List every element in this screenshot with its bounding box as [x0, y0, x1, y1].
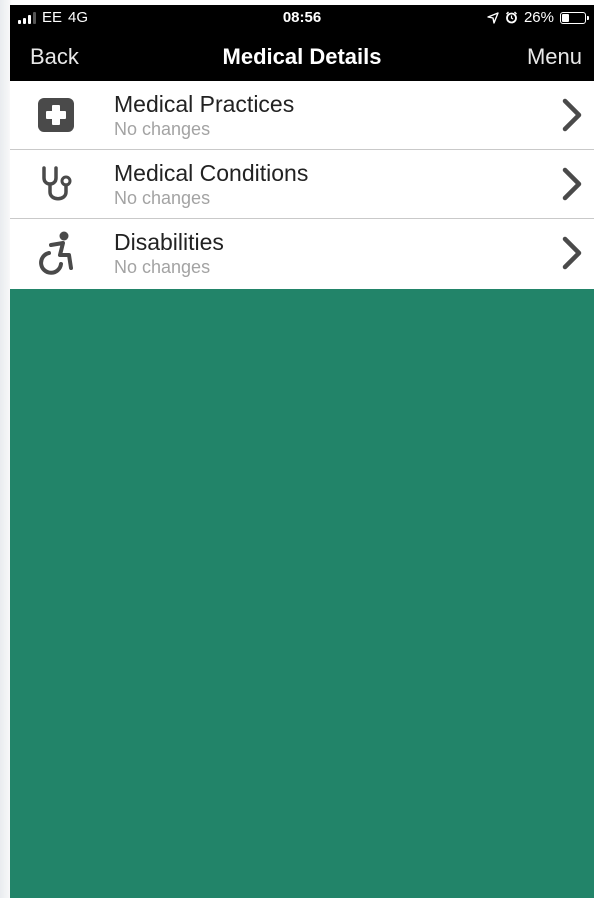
- battery-percent: 26%: [523, 9, 554, 26]
- chevron-right-icon: [562, 167, 582, 201]
- medical-cross-icon: [32, 95, 80, 135]
- item-title: Medical Conditions: [114, 160, 309, 186]
- navigation-bar: Back Medical Details Menu: [10, 31, 594, 81]
- chevron-right-icon: [562, 236, 582, 270]
- list-item-medical-conditions[interactable]: Medical Conditions No changes: [10, 150, 594, 219]
- stethoscope-icon: [32, 164, 80, 204]
- list-item-disabilities[interactable]: Disabilities No changes: [10, 219, 594, 289]
- item-subtitle: No changes: [114, 257, 211, 277]
- medical-details-list: Medical Practices No changes Medical Con…: [10, 81, 594, 289]
- status-bar: EE 4G 08:56 26%: [10, 5, 594, 31]
- list-item-medical-practices[interactable]: Medical Practices No changes: [10, 81, 594, 150]
- item-subtitle: No changes: [114, 188, 211, 208]
- status-right: 26%: [487, 9, 589, 26]
- item-title: Medical Practices: [114, 91, 295, 117]
- menu-button[interactable]: Menu: [527, 44, 582, 70]
- item-title: Disabilities: [114, 229, 224, 255]
- alarm-icon: [505, 11, 517, 24]
- phone-screen: EE 4G 08:56 26% Back Medical Details Men…: [10, 5, 594, 898]
- battery-icon: [560, 11, 589, 24]
- item-subtitle: No changes: [114, 119, 211, 139]
- chevron-right-icon: [562, 98, 582, 132]
- wheelchair-icon: [32, 231, 80, 275]
- page-title: Medical Details: [222, 44, 382, 69]
- location-arrow-icon: [487, 11, 499, 24]
